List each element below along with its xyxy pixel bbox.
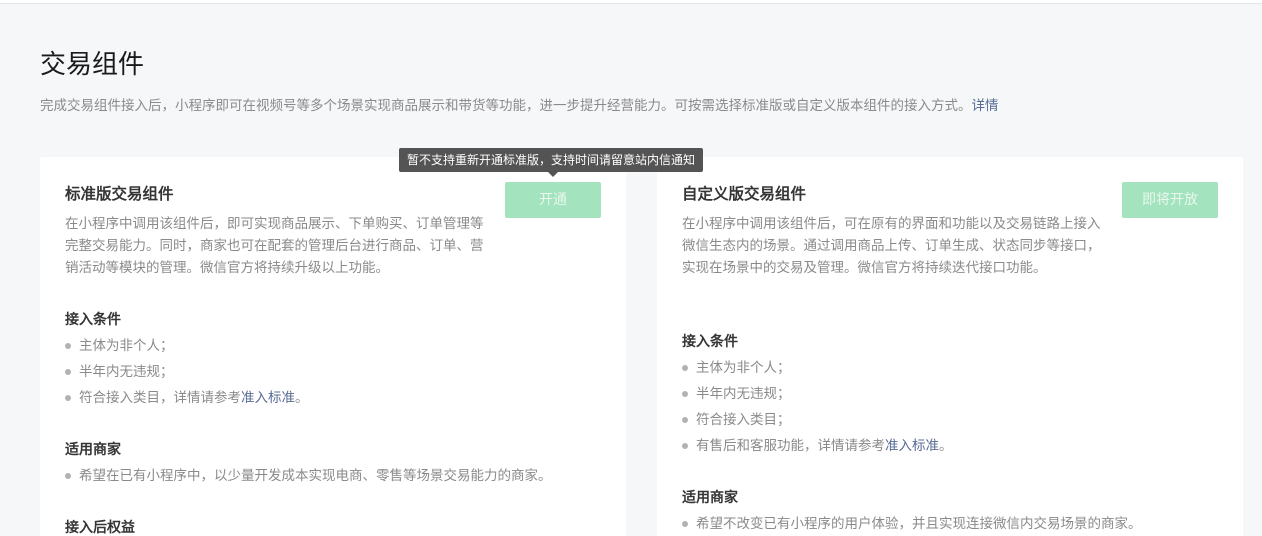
custom-card-description: 在小程序中调用该组件后，可在原有的界面和功能以及交易链路上接入微信生态内的场景。… [682, 216, 1101, 276]
list-item: 符合接入类目，详情请参考准入标准。 [65, 385, 309, 411]
list-item: 主体为非个人； [682, 355, 953, 381]
standard-merchants-title: 适用商家 [65, 442, 121, 458]
page-title: 交易组件 [40, 50, 145, 80]
admission-standard-link[interactable]: 准入标准 [885, 438, 939, 454]
top-bar [0, 0, 1262, 4]
custom-card-title: 自定义版交易组件 [682, 185, 807, 203]
list-item: 主体为非个人； [65, 333, 309, 359]
condition-tail: 。 [939, 438, 953, 454]
page-description: 完成交易组件接入后，小程序即可在视频号等多个场景实现商品展示和带货等功能，进一步… [40, 96, 999, 116]
custom-merchants-title: 适用商家 [682, 490, 738, 506]
list-item: 符合接入类目； [682, 407, 953, 433]
standard-component-card: 标准版交易组件 开通 在小程序中调用该组件后，即可实现商品展示、下单购买、订单管… [40, 157, 626, 536]
standard-card-title: 标准版交易组件 [65, 185, 174, 203]
list-item: 半年内无违规； [65, 359, 309, 385]
page-description-text: 完成交易组件接入后，小程序即可在视频号等多个场景实现商品展示和带货等功能，进一步… [40, 98, 972, 114]
activate-button[interactable]: 开通 [505, 182, 601, 218]
standard-card-description: 在小程序中调用该组件后，即可实现商品展示、下单购买、订单管理等完整交易能力。同时… [65, 216, 484, 276]
admission-standard-link[interactable]: 准入标准 [241, 390, 295, 406]
list-item: 希望不改变已有小程序的用户体验，并且实现连接微信内交易场景的商家。 [682, 511, 1142, 536]
list-item: 有售后和客服功能，详情请参考准入标准。 [682, 433, 953, 459]
condition-text: 有售后和客服功能，详情请参考 [696, 438, 885, 454]
custom-component-card: 自定义版交易组件 即将开放 在小程序中调用该组件后，可在原有的界面和功能以及交易… [657, 157, 1243, 536]
list-item: 希望在已有小程序中，以少量开发成本实现电商、零售等场景交易能力的商家。 [65, 463, 552, 489]
coming-soon-button[interactable]: 即将开放 [1122, 182, 1218, 218]
activate-tooltip: 暂不支持重新开通标准版，支持时间请留意站内信通知 [399, 148, 704, 172]
standard-merchants-list: 希望在已有小程序中，以少量开发成本实现电商、零售等场景交易能力的商家。 [65, 463, 552, 489]
tooltip-arrow [548, 172, 558, 177]
custom-conditions-list: 主体为非个人； 半年内无违规； 符合接入类目； 有售后和客服功能，详情请参考准入… [682, 355, 953, 459]
details-link[interactable]: 详情 [972, 98, 999, 114]
list-item: 半年内无违规； [682, 381, 953, 407]
custom-merchants-list: 希望不改变已有小程序的用户体验，并且实现连接微信内交易场景的商家。 [682, 511, 1142, 536]
custom-conditions-title: 接入条件 [682, 334, 738, 350]
standard-conditions-list: 主体为非个人； 半年内无违规； 符合接入类目，详情请参考准入标准。 [65, 333, 309, 411]
standard-conditions-title: 接入条件 [65, 312, 121, 328]
condition-text: 符合接入类目，详情请参考 [79, 390, 241, 406]
condition-tail: 。 [295, 390, 309, 406]
standard-benefits-title: 接入后权益 [65, 520, 135, 536]
